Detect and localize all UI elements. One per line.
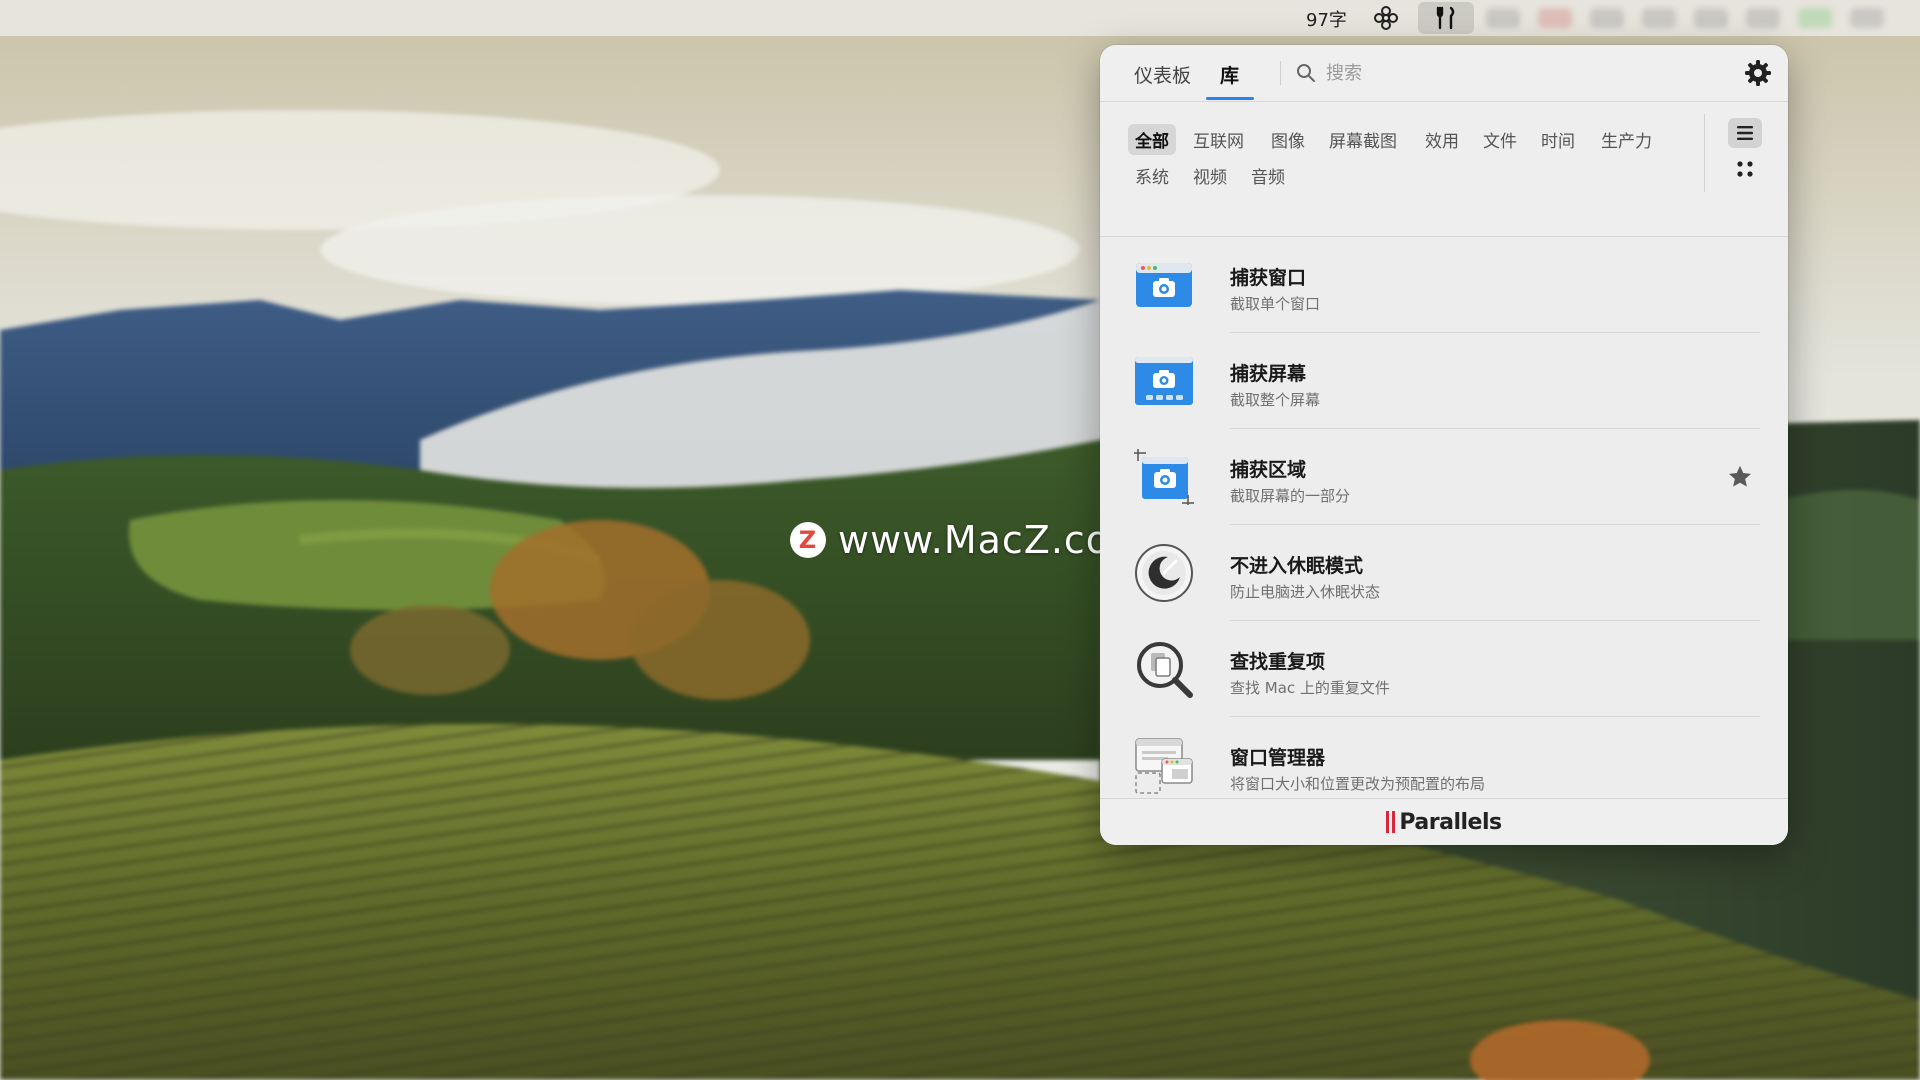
- menu-extra-icon[interactable]: [1798, 8, 1832, 28]
- list-view-icon[interactable]: [1728, 118, 1762, 148]
- category-utilities[interactable]: 效用: [1418, 124, 1466, 155]
- category-audio[interactable]: 音频: [1244, 160, 1292, 191]
- item-subtitle: 截取单个窗口: [1230, 295, 1321, 313]
- panel-header: 仪表板 库: [1100, 45, 1788, 102]
- category-screenshots[interactable]: 屏幕截图: [1322, 124, 1404, 155]
- category-time[interactable]: 时间: [1534, 124, 1582, 155]
- item-subtitle: 查找 Mac 上的重复文件: [1230, 679, 1390, 697]
- watermark-logo: Z: [790, 522, 826, 558]
- item-subtitle: 截取整个屏幕: [1230, 391, 1321, 409]
- list-item-capture-window[interactable]: 捕获窗口 截取单个窗口: [1128, 237, 1760, 333]
- window-manager-icon: [1134, 735, 1194, 795]
- category-productivity[interactable]: 生产力: [1594, 124, 1659, 155]
- category-filter-bar: 全部 互联网 图像 屏幕截图 效用 文件 时间 生产力 系统 视频 音频: [1100, 102, 1788, 237]
- search-input[interactable]: [1324, 57, 1708, 89]
- category-all[interactable]: 全部: [1128, 124, 1176, 155]
- tab-dashboard[interactable]: 仪表板: [1134, 61, 1191, 88]
- menu-bar: 97字: [0, 0, 1920, 36]
- footer-brand-text: Parallels: [1399, 809, 1502, 835]
- category-images[interactable]: 图像: [1264, 124, 1312, 155]
- list-item-capture-area[interactable]: 捕获区域 截取屏幕的一部分: [1128, 429, 1760, 525]
- item-title: 捕获区域: [1230, 459, 1307, 481]
- tools-icon[interactable]: [1418, 2, 1474, 34]
- menu-extra-icon[interactable]: [1590, 8, 1624, 28]
- item-title: 捕获窗口: [1230, 267, 1307, 289]
- list-item-capture-screen[interactable]: 捕获屏幕 截取整个屏幕: [1128, 333, 1760, 429]
- search-icon: [1296, 63, 1316, 87]
- gear-icon[interactable]: [1744, 59, 1772, 87]
- menu-extra-icon[interactable]: [1486, 8, 1520, 28]
- item-subtitle: 截取屏幕的一部分: [1230, 487, 1351, 505]
- no-sleep-icon: [1134, 543, 1194, 603]
- grid-view-icon[interactable]: [1728, 154, 1762, 184]
- menu-extra-icon[interactable]: [1642, 8, 1676, 28]
- menu-extra-icon[interactable]: [1538, 8, 1572, 28]
- menu-extra-icon[interactable]: [1746, 8, 1780, 28]
- toolbox-popover: 仪表板 库 全部 互联网 图: [1100, 45, 1788, 845]
- list-item-find-duplicates[interactable]: 查找重复项 查找 Mac 上的重复文件: [1128, 621, 1760, 717]
- list-item-no-sleep[interactable]: 不进入休眠模式 防止电脑进入休眠状态: [1128, 525, 1760, 621]
- menu-extra-icon[interactable]: [1850, 8, 1884, 28]
- category-files[interactable]: 文件: [1476, 124, 1524, 155]
- menu-extra-icon[interactable]: [1694, 8, 1728, 28]
- favorite-star-icon[interactable]: [1726, 463, 1754, 491]
- item-title: 窗口管理器: [1230, 747, 1326, 769]
- parallels-logo[interactable]: Parallels: [1386, 809, 1502, 835]
- parallels-bars-icon: [1386, 811, 1396, 833]
- category-system[interactable]: 系统: [1128, 160, 1176, 191]
- flower-icon[interactable]: [1372, 4, 1400, 32]
- watermark: Z www.MacZ.com: [790, 518, 1148, 562]
- word-count-status[interactable]: 97字: [1306, 6, 1347, 32]
- capture-area-icon: [1134, 447, 1194, 507]
- category-internet[interactable]: 互联网: [1186, 124, 1251, 155]
- item-title: 查找重复项: [1230, 651, 1326, 673]
- panel-footer: Parallels: [1100, 798, 1788, 845]
- find-duplicates-icon: [1134, 639, 1194, 699]
- tab-library[interactable]: 库: [1220, 61, 1239, 88]
- item-subtitle: 将窗口大小和位置更改为预配置的布局: [1230, 775, 1486, 793]
- item-subtitle: 防止电脑进入休眠状态: [1230, 583, 1381, 601]
- capture-screen-icon: [1134, 351, 1194, 411]
- category-video[interactable]: 视频: [1186, 160, 1234, 191]
- item-title: 捕获屏幕: [1230, 363, 1307, 385]
- header-divider: [1280, 61, 1281, 85]
- category-divider: [1704, 114, 1705, 192]
- active-tab-indicator: [1206, 97, 1254, 100]
- item-title: 不进入休眠模式: [1230, 555, 1364, 577]
- capture-window-icon: [1134, 255, 1194, 315]
